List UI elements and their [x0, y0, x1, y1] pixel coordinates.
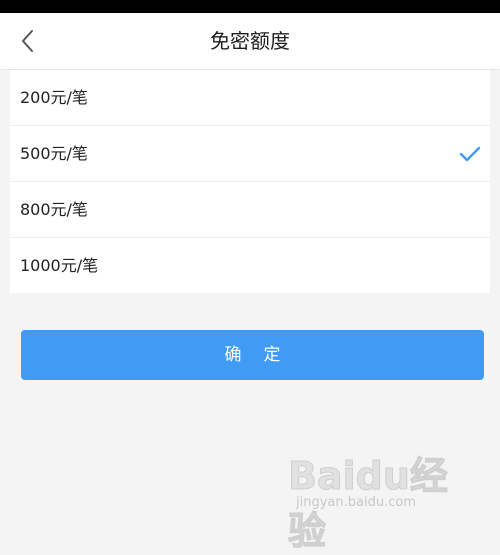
amount-option-500[interactable]: 500元/笔: [10, 126, 490, 182]
amount-option-1000[interactable]: 1000元/笔: [10, 238, 490, 293]
navigation-bar: 免密额度: [0, 13, 500, 70]
page-title: 免密额度: [210, 29, 290, 53]
watermark-url: jingyan.baidu.com: [296, 495, 416, 510]
amount-option-label: 800元/笔: [20, 200, 88, 219]
amount-option-800[interactable]: 800元/笔: [10, 182, 490, 238]
baidu-watermark: Baidu经验 jingyan.baidu.com: [288, 445, 458, 554]
amount-option-label: 500元/笔: [20, 144, 88, 163]
amount-option-list: 200元/笔 500元/笔 800元/笔 1000元/笔: [10, 70, 490, 293]
amount-option-label: 1000元/笔: [20, 256, 99, 275]
checkmark-icon: [459, 146, 481, 162]
amount-option-label: 200元/笔: [20, 88, 88, 107]
status-bar: [0, 0, 500, 13]
amount-option-200[interactable]: 200元/笔: [10, 70, 490, 126]
confirm-button[interactable]: 确定: [21, 330, 484, 380]
